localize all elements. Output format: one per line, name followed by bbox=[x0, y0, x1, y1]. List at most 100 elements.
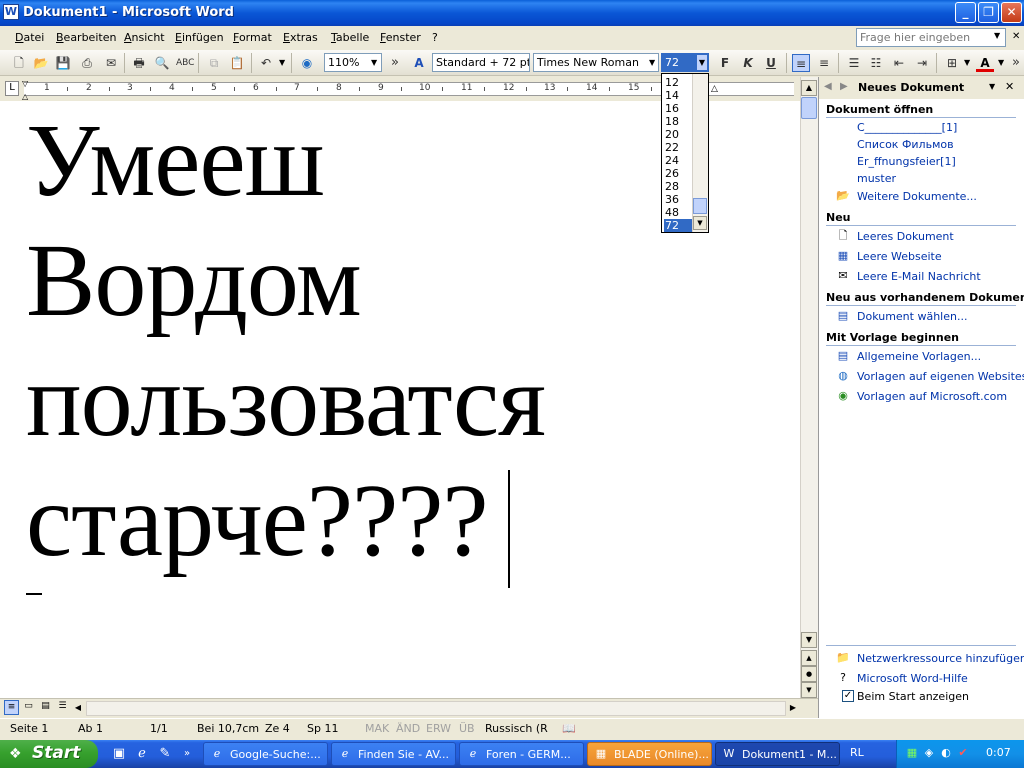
start-button[interactable]: ❖ Start bbox=[0, 740, 98, 768]
font-size-option-selected[interactable]: 72 bbox=[664, 219, 694, 232]
scroll-up-button[interactable]: ▲ bbox=[801, 80, 817, 96]
font-size-option[interactable]: 12 bbox=[664, 76, 694, 89]
word-icon[interactable]: W bbox=[3, 4, 19, 20]
font-color-icon[interactable]: A bbox=[976, 54, 994, 72]
menu-format[interactable]: Format bbox=[233, 31, 272, 44]
font-size-option[interactable]: 36 bbox=[664, 193, 694, 206]
quicklaunch-expand-icon[interactable]: » bbox=[178, 745, 196, 763]
font-color-dropdown-icon[interactable]: ▼ bbox=[998, 58, 1004, 67]
undo-icon[interactable]: ↶ bbox=[257, 54, 275, 72]
first-line-indent-marker[interactable]: ▽ bbox=[22, 79, 28, 88]
print-preview-icon[interactable]: 🔍 bbox=[153, 54, 171, 72]
menu-datei[interactable]: Datei bbox=[15, 31, 44, 44]
web-layout-icon[interactable]: ▭ bbox=[21, 700, 36, 715]
word-help-link[interactable]: Microsoft Word-Hilfe bbox=[857, 672, 968, 685]
menu-einfuegen[interactable]: Einfügen bbox=[175, 31, 224, 44]
styles-formatting-icon[interactable]: A bbox=[410, 54, 428, 72]
task-pane-menu-icon[interactable]: ▼ bbox=[989, 82, 995, 91]
spelling-icon[interactable]: ABC bbox=[176, 54, 194, 72]
general-templates-link[interactable]: Allgemeine Vorlagen... bbox=[857, 350, 981, 363]
chevron-down-icon[interactable]: ▼ bbox=[994, 31, 1000, 40]
horizontal-scrollbar[interactable] bbox=[86, 701, 786, 716]
add-network-place-link[interactable]: Netzwerkressource hinzufügen... bbox=[857, 652, 1024, 665]
chevron-down-icon[interactable]: ▼ bbox=[696, 54, 708, 71]
font-size-option[interactable]: 18 bbox=[664, 115, 694, 128]
document-line[interactable]: Вордом bbox=[26, 221, 726, 341]
recent-document-link[interactable]: muster bbox=[857, 172, 896, 185]
show-at-startup-checkbox[interactable]: ✓ bbox=[842, 690, 854, 702]
menu-extras[interactable]: Extras bbox=[283, 31, 318, 44]
status-macro[interactable]: MAK bbox=[365, 722, 389, 735]
minimize-button[interactable]: _ bbox=[955, 2, 976, 23]
restore-button[interactable]: ❐ bbox=[978, 2, 999, 23]
print-icon[interactable]: 🖶 bbox=[130, 54, 148, 72]
increase-indent-icon[interactable]: ⇥ bbox=[913, 54, 931, 72]
style-select[interactable]: Standard + 72 pt bbox=[432, 53, 530, 72]
close-document-icon[interactable]: ✕ bbox=[1012, 31, 1020, 42]
tray-app-icon[interactable]: ◈ bbox=[922, 746, 936, 760]
security-tray-icon[interactable]: ✔ bbox=[956, 746, 970, 760]
font-size-option[interactable]: 28 bbox=[664, 180, 694, 193]
close-button[interactable]: ✕ bbox=[1001, 2, 1022, 23]
scroll-right-button[interactable]: ▶ bbox=[786, 701, 800, 716]
web-toolbar-icon[interactable]: ◉ bbox=[298, 54, 316, 72]
own-websites-templates-link[interactable]: Vorlagen auf eigenen Websites... bbox=[857, 370, 1024, 383]
blank-document-link[interactable]: Leeres Dokument bbox=[857, 230, 954, 243]
next-page-button[interactable]: ▼ bbox=[801, 682, 817, 698]
left-indent-marker[interactable]: △ bbox=[22, 92, 28, 101]
undo-dropdown-icon[interactable]: ▼ bbox=[279, 58, 285, 67]
scroll-down-button[interactable]: ▼ bbox=[801, 632, 817, 648]
toolbar-options-icon[interactable]: » bbox=[386, 54, 404, 72]
font-size-scroll-down[interactable]: ▼ bbox=[693, 216, 707, 230]
decrease-indent-icon[interactable]: ⇤ bbox=[890, 54, 908, 72]
menu-help[interactable]: ? bbox=[432, 31, 438, 44]
font-select[interactable]: Times New Roman bbox=[533, 53, 659, 72]
bold-button[interactable]: F bbox=[716, 54, 734, 72]
font-size-option[interactable]: 26 bbox=[664, 167, 694, 180]
taskbar-button-finden[interactable]: ℯ Finden Sie - AV... bbox=[331, 742, 456, 766]
choose-document-link[interactable]: Dokument wählen... bbox=[857, 310, 967, 323]
task-pane-close-icon[interactable]: ✕ bbox=[1005, 80, 1014, 93]
right-indent-marker[interactable]: △ bbox=[711, 84, 718, 94]
border-icon[interactable]: ⊞ bbox=[943, 54, 961, 72]
border-dropdown-icon[interactable]: ▼ bbox=[964, 58, 970, 67]
status-overwrite[interactable]: ÜB bbox=[459, 722, 475, 735]
more-documents-link[interactable]: Weitere Dokumente... bbox=[857, 190, 977, 203]
menu-tabelle[interactable]: Tabelle bbox=[331, 31, 369, 44]
volume-tray-icon[interactable]: ◐ bbox=[939, 746, 953, 760]
recent-document-link[interactable]: C______________[1] bbox=[857, 121, 957, 134]
blank-email-link[interactable]: Leere E-Mail Nachricht bbox=[857, 270, 981, 283]
font-size-option[interactable]: 20 bbox=[664, 128, 694, 141]
normal-view-icon[interactable]: ≡ bbox=[4, 700, 19, 715]
network-tray-icon[interactable]: ▦ bbox=[905, 746, 919, 760]
scroll-thumb[interactable] bbox=[801, 97, 817, 119]
bullets-icon[interactable]: ☷ bbox=[867, 54, 885, 72]
select-browse-object-button[interactable]: ● bbox=[801, 666, 817, 682]
open-folder-icon[interactable]: 📂 bbox=[32, 54, 50, 72]
document-line[interactable]: старче???? bbox=[26, 461, 726, 581]
new-document-icon[interactable]: 🗋 bbox=[10, 54, 28, 72]
menu-ansicht[interactable]: Ansicht bbox=[124, 31, 165, 44]
language-indicator[interactable]: RL bbox=[850, 746, 864, 759]
permission-icon[interactable]: ⎙ bbox=[78, 54, 96, 72]
tab-selector[interactable]: L bbox=[5, 81, 19, 96]
microsoft-templates-link[interactable]: Vorlagen auf Microsoft.com bbox=[857, 390, 1007, 403]
back-arrow-icon[interactable]: ◀ bbox=[824, 81, 832, 92]
font-size-option[interactable]: 14 bbox=[664, 89, 694, 102]
vertical-scrollbar[interactable] bbox=[800, 77, 818, 698]
scroll-left-button[interactable]: ◀ bbox=[71, 701, 85, 716]
copy-icon[interactable]: ⧉ bbox=[205, 54, 223, 72]
ask-question-input[interactable]: Frage hier eingeben bbox=[856, 28, 1006, 47]
forward-arrow-icon[interactable]: ▶ bbox=[840, 81, 848, 92]
menu-bearbeiten[interactable]: Bearbeiten bbox=[56, 31, 116, 44]
numbering-icon[interactable]: ☰ bbox=[845, 54, 863, 72]
clock[interactable]: 0:07 bbox=[986, 746, 1011, 759]
internet-explorer-icon[interactable]: ℯ bbox=[133, 745, 151, 763]
document-line[interactable]: Умееш bbox=[26, 101, 726, 221]
taskbar-button-word[interactable]: W Dokument1 - M... bbox=[715, 742, 840, 766]
paste-icon[interactable]: 📋 bbox=[228, 54, 246, 72]
chevron-down-icon[interactable]: ▼ bbox=[371, 58, 377, 67]
outline-view-icon[interactable]: ☰ bbox=[55, 700, 70, 715]
italic-button[interactable]: K bbox=[739, 54, 757, 72]
show-desktop-icon[interactable]: ▣ bbox=[110, 745, 128, 763]
